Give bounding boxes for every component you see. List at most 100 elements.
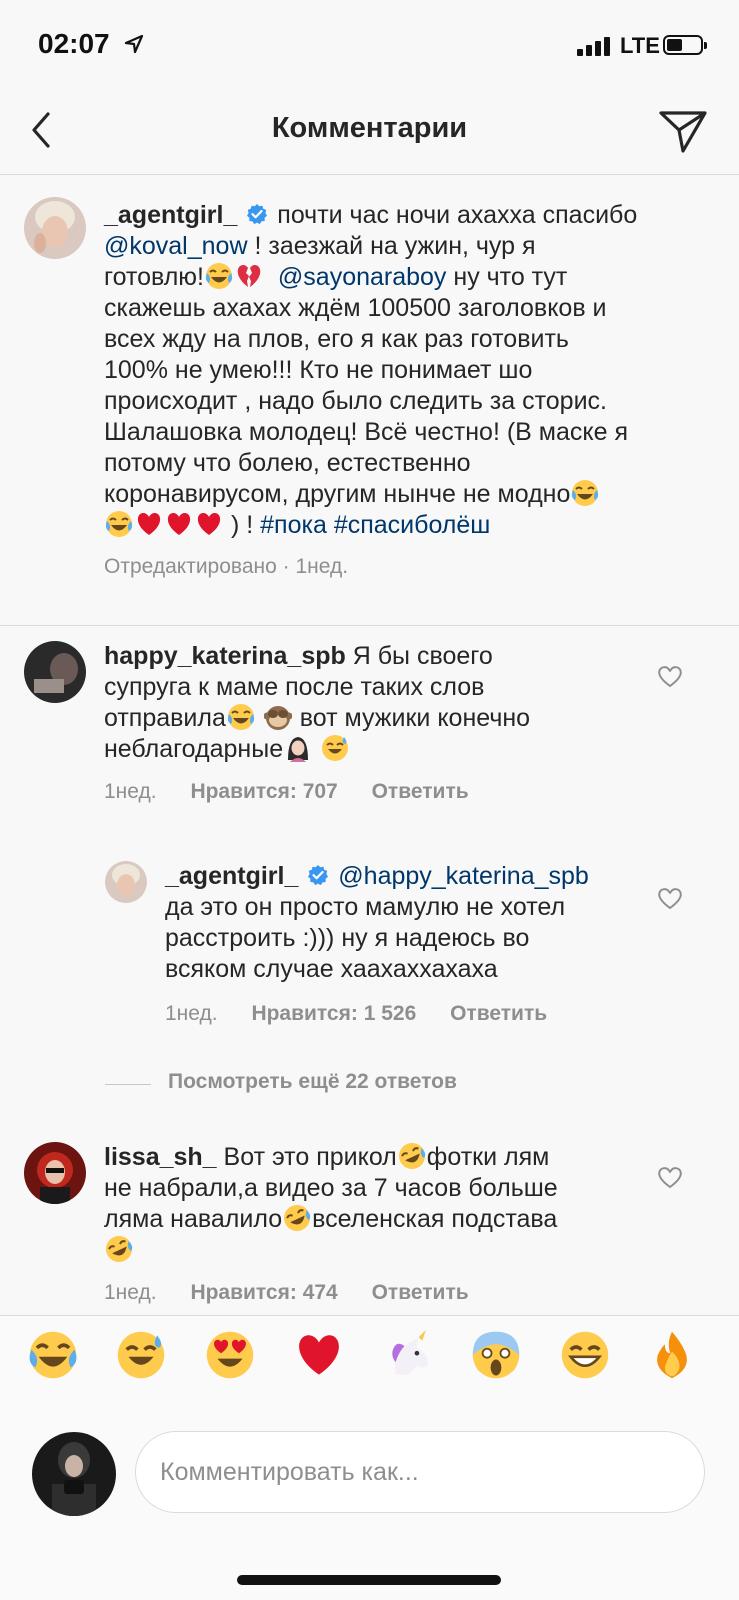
tears-of-joy-emoji bbox=[205, 262, 233, 290]
comment-composer bbox=[0, 1397, 739, 1600]
likes-count[interactable]: Нравится: 707 bbox=[190, 780, 337, 803]
hashtag-link[interactable]: #пока bbox=[260, 511, 327, 539]
rofl-emoji bbox=[105, 1235, 133, 1263]
avatar[interactable] bbox=[24, 197, 86, 259]
comment-line: не набрали,а видео за 7 часов больше bbox=[104, 1174, 558, 1202]
tears-of-joy-emoji bbox=[105, 510, 133, 538]
mention-link[interactable]: @sayonaraboy bbox=[278, 263, 447, 291]
avatar bbox=[32, 1432, 116, 1516]
rofl-emoji bbox=[283, 1204, 312, 1232]
comment-line: супруга к маме после таких слов bbox=[104, 673, 485, 701]
comment-text-part: вот мужики конечно bbox=[299, 704, 531, 732]
screaming-face-emoji-button[interactable] bbox=[471, 1330, 521, 1380]
comment-text-part: Я бы своего bbox=[352, 642, 493, 670]
comment-input[interactable] bbox=[158, 1432, 682, 1512]
woman-facepalming-emoji bbox=[288, 737, 309, 762]
sweat-smile-emoji-button[interactable] bbox=[116, 1330, 166, 1380]
grinning-face-emoji-button[interactable] bbox=[560, 1330, 610, 1380]
caption-line: происходит , надо было следить за сторис… bbox=[104, 387, 607, 415]
caption-meta: Отредактировано · 1нед. bbox=[104, 555, 349, 578]
heart-outline-icon[interactable] bbox=[657, 664, 683, 688]
comment-time: 1нед. bbox=[165, 1002, 218, 1025]
caption-text-part: почти час ночи ахахха спасибо bbox=[277, 201, 638, 229]
location-arrow-icon bbox=[124, 34, 144, 54]
emoji-quick-bar bbox=[0, 1315, 739, 1398]
divider bbox=[105, 1084, 151, 1085]
see-no-evil-monkey-emoji bbox=[263, 706, 292, 730]
comment-meta: 1нед. Нравится: 1 526 Ответить bbox=[165, 1002, 547, 1026]
comment-input-box[interactable] bbox=[135, 1431, 705, 1513]
comment-meta: 1нед. Нравится: 474 Ответить bbox=[104, 1281, 469, 1305]
battery-icon bbox=[663, 35, 707, 55]
caption-text: _agentgirl_ почти час ночи ахахха спасиб… bbox=[104, 200, 724, 541]
username[interactable]: _agentgirl_ bbox=[104, 201, 237, 229]
red-heart-emoji bbox=[137, 512, 161, 535]
caption-line: скажешь ахахах ждём 100500 заголовков и bbox=[104, 294, 607, 322]
avatar[interactable] bbox=[105, 861, 147, 903]
tears-of-joy-emoji bbox=[571, 479, 600, 507]
comment-time: 1нед. bbox=[104, 780, 157, 803]
comment-text: lissa_sh_ Вот это прикол фотки лям не наб… bbox=[104, 1142, 644, 1266]
comment-time: 1нед. bbox=[104, 1281, 157, 1304]
post-caption: _agentgirl_ почти час ночи ахахха спасиб… bbox=[0, 175, 739, 626]
likes-count[interactable]: Нравится: 1 526 bbox=[251, 1002, 416, 1025]
view-more-label[interactable]: Посмотреть ещё 22 ответов bbox=[168, 1070, 457, 1094]
caption-text-part: коронавирусом, другим нынче не модно bbox=[104, 480, 571, 508]
reply-button[interactable]: Ответить bbox=[372, 780, 469, 803]
username[interactable]: _agentgirl_ bbox=[165, 862, 298, 890]
rofl-emoji bbox=[397, 1142, 426, 1170]
comment-meta: 1нед. Нравится: 707 Ответить bbox=[104, 780, 469, 804]
comment-text-part: отправила bbox=[104, 704, 226, 732]
comment-text-part: вселенская подстава bbox=[312, 1205, 558, 1233]
comment-text: happy_katerina_spb Я бы своего супруга к… bbox=[104, 641, 644, 765]
comment-text: _agentgirl_ @happy_katerina_spb да это о… bbox=[165, 861, 625, 985]
signal-bars-icon bbox=[577, 37, 610, 56]
paper-plane-icon[interactable] bbox=[658, 108, 708, 154]
caption-text-part: готовлю! bbox=[104, 263, 204, 291]
broken-heart-emoji bbox=[237, 264, 261, 287]
heart-eyes-emoji-button[interactable] bbox=[205, 1330, 255, 1380]
status-bar: 02:07 LTE bbox=[0, 0, 739, 90]
caption-line: всех жду на плов, его я как раз готовить bbox=[104, 325, 569, 353]
mention-link[interactable]: @koval_now bbox=[104, 232, 248, 260]
caption-text-part: ) ! bbox=[230, 511, 254, 539]
fire-emoji-button[interactable] bbox=[647, 1330, 697, 1380]
home-indicator bbox=[237, 1575, 501, 1585]
caption-line: потому что болею, естественно bbox=[104, 449, 471, 477]
caption-line: Шалашовка молодец! Всё честно! (В маске … bbox=[104, 418, 628, 446]
avatar[interactable] bbox=[24, 1142, 86, 1204]
username[interactable]: lissa_sh_ bbox=[104, 1143, 217, 1171]
unicorn-emoji-button[interactable] bbox=[383, 1330, 433, 1380]
red-heart-emoji bbox=[167, 512, 191, 535]
tears-of-joy-emoji-button[interactable] bbox=[28, 1330, 78, 1380]
page-title: Комментарии bbox=[271, 112, 468, 144]
comment-line: да это он просто мамулю не хотел bbox=[165, 893, 566, 921]
status-time: 02:07 bbox=[38, 28, 110, 59]
verified-badge-icon bbox=[307, 864, 330, 886]
caption-text-part: ! заезжай на ужин, чур я bbox=[254, 232, 536, 260]
caption-line: 100% не умею!!! Кто не понимает шо bbox=[104, 356, 533, 384]
reply-button[interactable]: Ответить bbox=[372, 1281, 469, 1304]
comment-line: расстроить :))) ну я надеюсь во bbox=[165, 924, 530, 952]
red-heart-emoji-button[interactable] bbox=[294, 1330, 344, 1380]
comment-line: всяком случае хаахаххахаха bbox=[165, 955, 498, 983]
network-type: LTE bbox=[620, 33, 660, 58]
caption-text-part: ну что тут bbox=[453, 263, 568, 291]
avatar[interactable] bbox=[24, 641, 86, 703]
hashtag-link[interactable]: #спасиболёш bbox=[334, 511, 491, 539]
likes-count[interactable]: Нравится: 474 bbox=[190, 1281, 337, 1304]
red-heart-emoji bbox=[197, 512, 221, 535]
nav-bar: Комментарии bbox=[0, 90, 739, 175]
comments-list[interactable]: _agentgirl_ почти час ночи ахахха спасиб… bbox=[0, 175, 739, 1315]
sweat-smile-emoji bbox=[321, 734, 350, 762]
username[interactable]: happy_katerina_spb bbox=[104, 642, 346, 670]
reply-button[interactable]: Ответить bbox=[450, 1002, 547, 1025]
mention-link[interactable]: @happy_katerina_spb bbox=[338, 862, 589, 890]
heart-outline-icon[interactable] bbox=[657, 886, 683, 910]
verified-badge-icon bbox=[246, 203, 269, 225]
comment-text-part: неблагодарные bbox=[104, 735, 284, 763]
comment-text-part: фотки лям bbox=[426, 1143, 550, 1171]
comment-text-part: Вот это прикол bbox=[223, 1143, 397, 1171]
heart-outline-icon[interactable] bbox=[657, 1165, 683, 1189]
comment-text-part: ляма навалило bbox=[104, 1205, 283, 1233]
